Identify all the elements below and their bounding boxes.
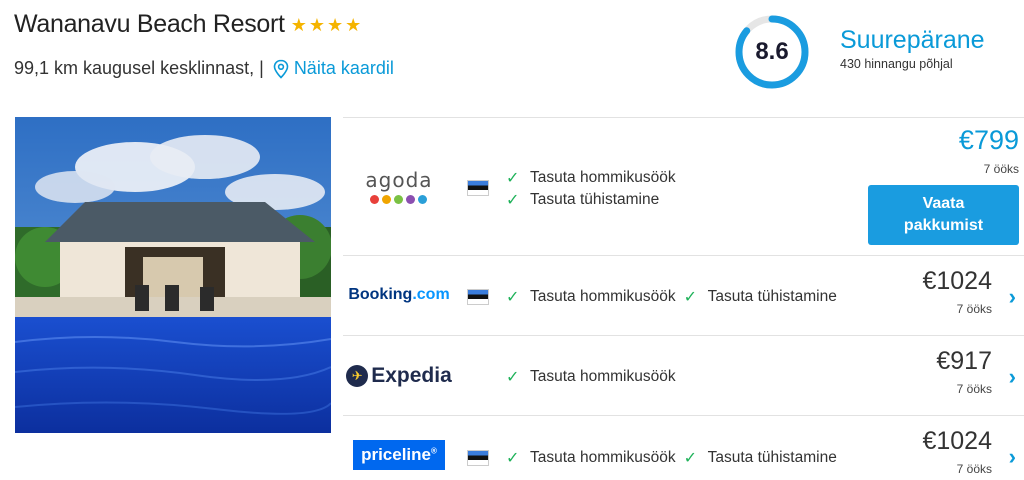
offer-price: €799 xyxy=(958,125,1019,155)
check-icon: ✓ xyxy=(506,170,520,187)
location-row: 99,1 km kaugusel kesklinnast, | Näita ka… xyxy=(14,58,394,79)
offer-price: €1024 xyxy=(922,427,992,455)
star-icon: ★ xyxy=(290,14,307,35)
registered-mark-icon: ® xyxy=(431,446,437,456)
chevron-right-icon[interactable]: › xyxy=(1009,444,1016,470)
feature-item: ✓ Tasuta tühistamine xyxy=(506,189,676,211)
offer-row-priceline[interactable]: priceline® ✓ Tasuta hommikusöök ✓ Tasuta t… xyxy=(343,415,1024,480)
offers-list: agoda ✓ Tasuta hommikusöök ✓ Tasuta tühist… xyxy=(343,117,1024,480)
expedia-wordmark: Expedia xyxy=(371,364,452,387)
estonia-flag-icon xyxy=(467,180,489,196)
offer-price: €917 xyxy=(936,347,992,375)
feature-item: ✓ Tasuta tühistamine xyxy=(684,447,837,469)
offer-price: €1024 xyxy=(922,267,992,295)
priceline-logo: priceline® xyxy=(343,440,455,470)
feature-text: Tasuta hommikusöök xyxy=(530,368,676,385)
price-block: €799 7 ööks xyxy=(958,125,1019,176)
check-icon: ✓ xyxy=(683,289,697,306)
chevron-right-icon[interactable]: › xyxy=(1009,284,1016,310)
check-icon: ✓ xyxy=(506,192,520,209)
feature-item: ✓ Tasuta hommikusöök xyxy=(506,447,676,469)
feature-text: Tasuta tühistamine xyxy=(707,288,837,305)
rating-label: Suurepärane xyxy=(840,25,985,54)
feature-item: ✓ Tasuta hommikusöök xyxy=(506,366,676,388)
star-icon: ★ xyxy=(308,14,325,35)
booking-suffix: .com xyxy=(412,286,450,303)
price-block: €917 7 ööks xyxy=(936,347,992,396)
price-block: €1024 7 ööks xyxy=(922,427,992,476)
review-rating[interactable]: 8.6 Suurepärane 430 hinnangu põhjal xyxy=(734,14,985,90)
offer-row-expedia[interactable]: ✈ Expedia ✓ Tasuta hommikusöök €917 7 ööks… xyxy=(343,335,1024,415)
star-icon: ★ xyxy=(326,14,344,35)
estonia-flag-icon xyxy=(467,289,489,305)
offer-features: ✓ Tasuta hommikusöök ✓ Tasuta tühistamine xyxy=(506,167,676,211)
price-block: €1024 7 ööks xyxy=(922,267,992,316)
feature-item: ✓ Tasuta hommikusöök xyxy=(506,167,676,189)
priceline-wordmark: priceline xyxy=(361,445,431,464)
feature-text: Tasuta hommikusöök xyxy=(530,288,676,305)
check-icon: ✓ xyxy=(683,450,697,467)
nights-label: 7 ööks xyxy=(956,461,992,476)
feature-text: Tasuta hommikusöök xyxy=(530,449,676,466)
distance-text: 99,1 km kaugusel kesklinnast, | xyxy=(14,58,264,78)
feature-item: ✓ Tasuta hommikusöök xyxy=(506,286,676,308)
feature-text: Tasuta hommikusöök xyxy=(530,169,676,186)
hotel-header: Wananavu Beach Resort ★ ★ ★ ★ xyxy=(14,10,361,39)
hotel-photo-image xyxy=(15,117,331,433)
view-deal-button[interactable]: Vaata pakkumist xyxy=(868,185,1019,245)
rating-score: 8.6 xyxy=(755,38,789,65)
nights-label: 7 ööks xyxy=(956,381,992,396)
star-rating: ★ ★ ★ ★ xyxy=(291,16,362,34)
offer-features: ✓ Tasuta hommikusöök xyxy=(506,366,676,388)
view-deal-label-line2: pakkumist xyxy=(903,217,984,234)
check-icon: ✓ xyxy=(506,450,520,467)
check-icon: ✓ xyxy=(506,369,520,386)
show-on-map-link[interactable]: Näita kaardil xyxy=(294,58,394,79)
chevron-right-icon[interactable]: › xyxy=(1009,364,1016,390)
estonia-flag-icon xyxy=(467,450,489,466)
feature-text: Tasuta tühistamine xyxy=(530,191,660,208)
map-pin-icon[interactable] xyxy=(272,59,290,79)
rating-ring: 8.6 xyxy=(734,14,810,90)
nights-label: 7 ööks xyxy=(956,301,992,316)
hotel-photo[interactable] xyxy=(15,117,331,433)
booking-logo: Booking.com xyxy=(343,286,455,304)
view-deal-label-line1: Vaata xyxy=(922,195,965,213)
offer-features: ✓ Tasuta hommikusöök ✓ Tasuta tühistamine xyxy=(506,447,837,469)
hotel-name: Wananavu Beach Resort xyxy=(14,10,285,38)
nights-label: 7 ööks xyxy=(983,161,1019,176)
check-icon: ✓ xyxy=(506,289,520,306)
feature-item: ✓ Tasuta tühistamine xyxy=(684,286,837,308)
agoda-wordmark: agoda xyxy=(365,168,433,192)
agoda-logo: agoda xyxy=(343,168,455,204)
offer-features: ✓ Tasuta hommikusöök ✓ Tasuta tühistamine xyxy=(506,286,837,308)
review-count: 430 hinnangu põhjal xyxy=(840,56,953,71)
offer-row-agoda[interactable]: agoda ✓ Tasuta hommikusöök ✓ Tasuta tühist… xyxy=(343,117,1024,255)
expedia-plane-icon: ✈ xyxy=(346,365,369,387)
booking-wordmark: Booking xyxy=(348,286,413,303)
feature-text: Tasuta tühistamine xyxy=(707,449,837,466)
agoda-dots-icon xyxy=(365,195,432,204)
expedia-logo: ✈ Expedia xyxy=(343,364,455,388)
star-icon: ★ xyxy=(345,14,362,35)
offer-row-booking[interactable]: Booking.com ✓ Tasuta hommikusöök ✓ Tasuta … xyxy=(343,255,1024,335)
